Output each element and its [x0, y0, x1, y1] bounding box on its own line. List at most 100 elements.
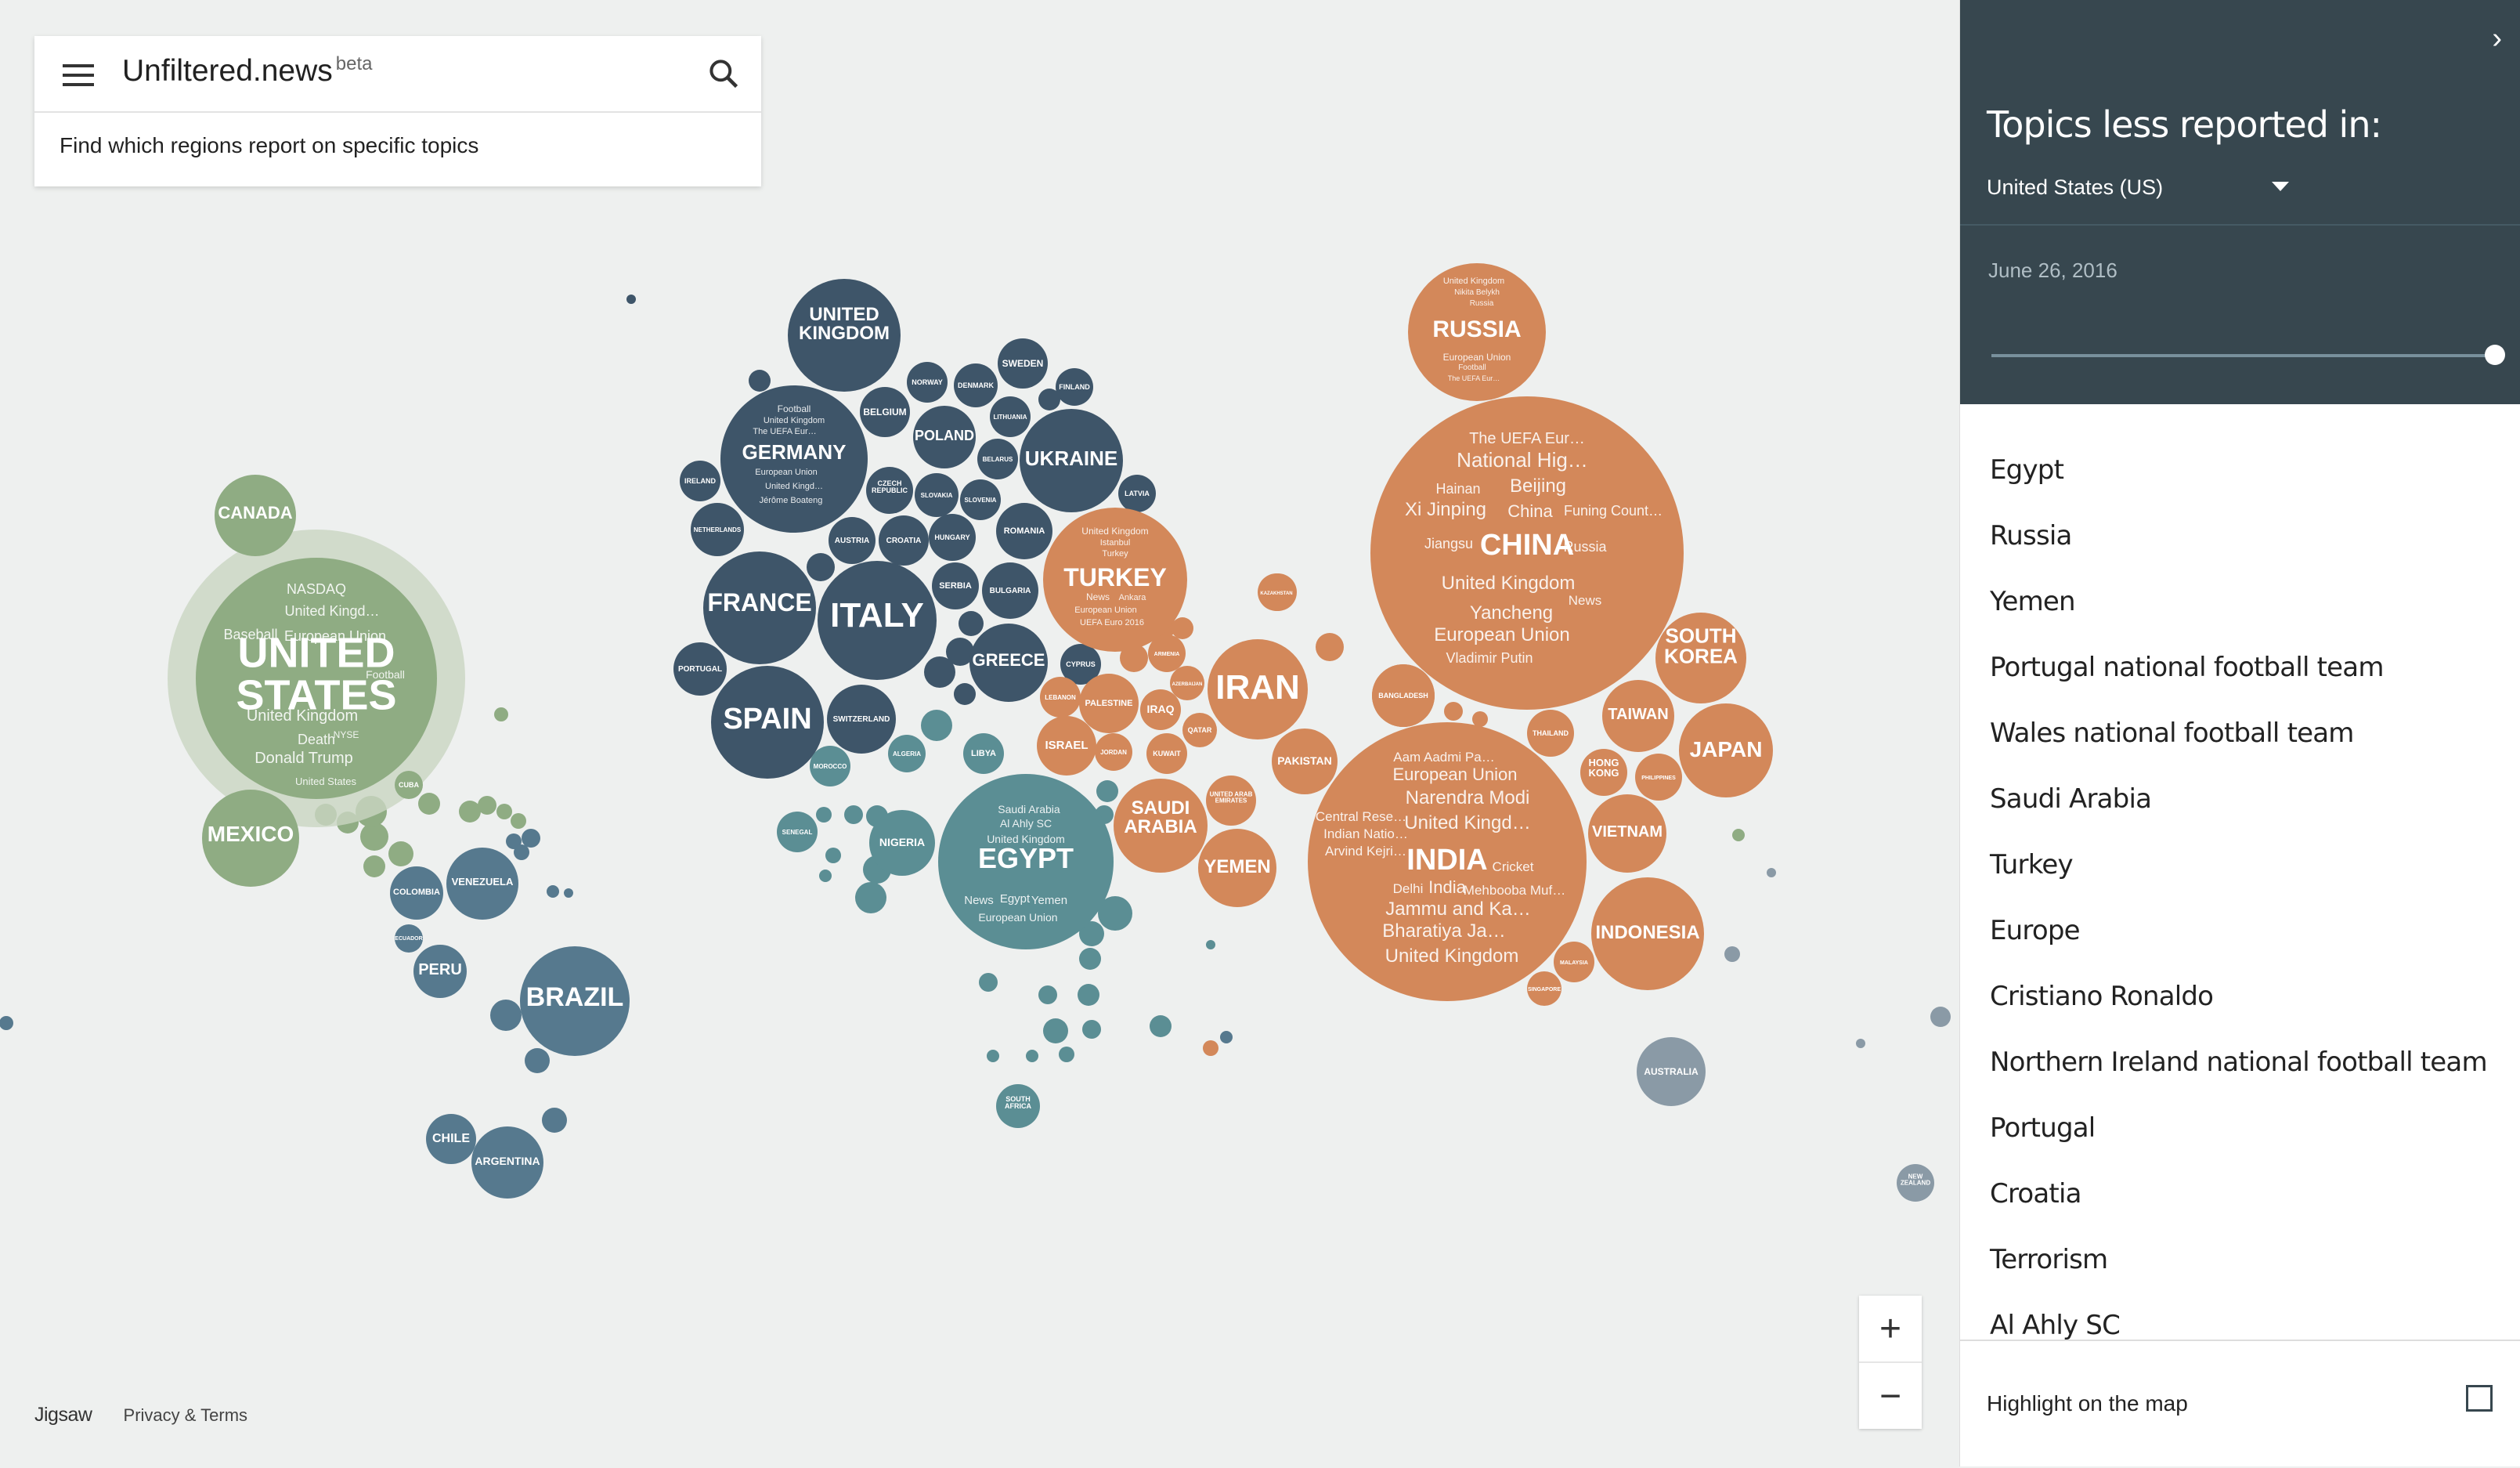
minor-bubble[interactable]	[921, 710, 952, 741]
country-bubble[interactable]: DENMARK	[954, 363, 998, 407]
country-bubble[interactable]: QATAR	[1182, 713, 1217, 747]
country-bubble[interactable]: PAKISTAN	[1272, 729, 1338, 794]
world-bubble-map[interactable]: UNITEDSTATESNASDAQUnited Kingd…Baseball E…	[0, 0, 1959, 1466]
country-bubble[interactable]: HUNGARY	[929, 514, 976, 561]
country-bubble[interactable]: GREECE	[969, 624, 1048, 702]
search-icon[interactable]	[706, 56, 741, 91]
country-bubble[interactable]: CZECHREPUBLIC	[866, 467, 913, 514]
country-bubble[interactable]: VENEZUELA	[446, 848, 518, 920]
country-bubble[interactable]: FINLAND	[1056, 368, 1093, 406]
minor-bubble[interactable]	[1732, 829, 1745, 841]
date-slider-handle[interactable]	[2485, 345, 2505, 365]
country-bubble[interactable]: MEXICO	[202, 790, 299, 887]
country-bubble[interactable]: BULGARIA	[982, 562, 1038, 619]
country-bubble[interactable]: COLOMBIA	[390, 866, 443, 920]
minor-bubble[interactable]	[511, 813, 526, 829]
country-bubble[interactable]: ARMENIA	[1148, 635, 1186, 672]
country-bubble[interactable]: BANGLADESH	[1372, 664, 1435, 727]
topic-item[interactable]: Yemen	[1960, 570, 2520, 636]
minor-bubble[interactable]	[807, 553, 835, 581]
country-bubble[interactable]: LITHUANIA	[990, 396, 1031, 437]
minor-bubble[interactable]	[494, 707, 508, 721]
topic-item[interactable]: Russia	[1960, 504, 2520, 570]
collapse-panel-icon[interactable]: ›	[2492, 22, 2502, 56]
minor-bubble[interactable]	[1472, 711, 1488, 727]
country-bubble[interactable]: BELGIUM	[860, 387, 910, 437]
topic-item[interactable]: Turkey	[1960, 833, 2520, 899]
topic-item[interactable]: Europe	[1960, 899, 2520, 965]
country-bubble[interactable]: CROATIA	[879, 515, 929, 566]
minor-bubble[interactable]	[542, 1108, 567, 1133]
minor-bubble[interactable]	[1096, 780, 1118, 802]
minor-bubble[interactable]	[418, 793, 440, 815]
minor-bubble[interactable]	[1203, 1040, 1218, 1056]
minor-bubble[interactable]	[749, 370, 771, 392]
minor-bubble[interactable]	[363, 855, 385, 877]
topic-item[interactable]: Portugal	[1960, 1097, 2520, 1162]
country-bubble[interactable]: SLOVENIA	[960, 479, 1001, 520]
topic-item[interactable]: Saudi Arabia	[1960, 768, 2520, 833]
minor-bubble[interactable]	[1724, 946, 1740, 962]
minor-bubble[interactable]	[1206, 940, 1215, 949]
country-bubble[interactable]: BELARUS	[977, 439, 1018, 479]
country-bubble[interactable]: NIGERIA	[869, 810, 935, 876]
minor-bubble[interactable]	[1150, 1015, 1172, 1037]
minor-bubble[interactable]	[1930, 1007, 1951, 1027]
topic-item[interactable]: Al Ahly SC	[1960, 1294, 2520, 1340]
topic-item[interactable]: Portugal national football team	[1960, 636, 2520, 702]
country-bubble[interactable]: UNITEDKINGDOM	[788, 279, 901, 392]
country-bubble[interactable]: KAZAKHSTAN	[1258, 573, 1295, 611]
minor-bubble[interactable]	[1043, 1018, 1068, 1043]
country-bubble[interactable]: SOUTHAFRICA	[996, 1084, 1040, 1128]
country-bubble[interactable]: UNITED ARABEMIRATES	[1206, 776, 1256, 826]
country-bubble[interactable]: TAIWAN	[1602, 680, 1674, 752]
country-bubble[interactable]: NEWZEALAND	[1897, 1164, 1934, 1202]
minor-bubble[interactable]	[1316, 633, 1344, 661]
country-bubble[interactable]: LIBYA	[963, 733, 1004, 774]
minor-bubble[interactable]	[490, 1000, 522, 1031]
minor-bubble[interactable]	[564, 888, 573, 898]
minor-bubble[interactable]	[1079, 948, 1101, 970]
minor-bubble[interactable]	[816, 807, 832, 823]
minor-bubble[interactable]	[825, 848, 841, 863]
country-bubble[interactable]: UNITEDSTATESNASDAQUnited Kingd…Baseball E…	[196, 558, 437, 799]
minor-bubble[interactable]	[954, 683, 976, 705]
minor-bubble[interactable]	[1026, 1050, 1038, 1062]
date-slider-track[interactable]	[1991, 354, 2494, 357]
country-bubble[interactable]: AZERBAIJAN	[1170, 666, 1204, 700]
country-bubble[interactable]: SERBIA	[932, 562, 979, 609]
country-bubble[interactable]: MALAYSIA	[1554, 942, 1594, 982]
country-bubble[interactable]: EGYPT Saudi Arabia Al Ahly SC United Kingdo…	[938, 774, 1114, 949]
topic-item[interactable]: Terrorism	[1960, 1228, 2520, 1294]
country-bubble[interactable]: IRAQ	[1140, 689, 1181, 730]
minor-bubble[interactable]	[626, 295, 636, 304]
country-bubble[interactable]: ISRAEL	[1037, 716, 1096, 776]
country-bubble[interactable]: ROMANIA	[996, 503, 1052, 559]
country-bubble[interactable]: NETHERLANDS	[691, 503, 744, 556]
country-bubble[interactable]: SWITZERLAND	[827, 685, 896, 754]
country-bubble[interactable]: BRAZIL	[520, 946, 630, 1056]
country-bubble[interactable]: ECUADOR	[395, 924, 423, 953]
country-bubble[interactable]: SWEDEN	[998, 338, 1048, 389]
minor-bubble[interactable]	[1767, 868, 1776, 877]
minor-bubble[interactable]	[959, 611, 984, 636]
minor-bubble[interactable]	[1444, 702, 1463, 721]
country-bubble[interactable]: SINGAPORE	[1527, 971, 1561, 1006]
country-bubble[interactable]: VIETNAM	[1588, 794, 1666, 873]
minor-bubble[interactable]	[547, 885, 559, 898]
country-bubble[interactable]: UKRAINE	[1020, 409, 1123, 512]
country-bubble[interactable]: PERU	[413, 945, 467, 998]
minor-bubble[interactable]	[478, 796, 496, 815]
country-bubble[interactable]: POLAND	[913, 406, 976, 468]
country-bubble[interactable]: JORDAN	[1095, 733, 1132, 771]
country-bubble[interactable]: THAILAND	[1527, 710, 1574, 757]
minor-bubble[interactable]	[924, 656, 955, 688]
minor-bubble[interactable]	[1078, 984, 1099, 1006]
country-bubble[interactable]: IRAN	[1208, 639, 1308, 739]
country-bubble[interactable]: CHILE	[426, 1114, 476, 1164]
minor-bubble[interactable]	[514, 844, 529, 860]
minor-bubble[interactable]	[1059, 1047, 1074, 1062]
country-bubble[interactable]: HONGKONG	[1580, 749, 1627, 796]
zoom-in-button[interactable]: +	[1859, 1296, 1922, 1363]
country-select[interactable]: United States (US)	[1987, 175, 2163, 200]
